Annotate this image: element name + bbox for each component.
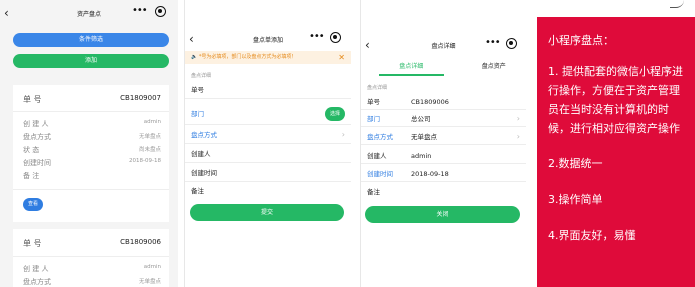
nav-bar: ‹ 资产盘点 •••	[0, 0, 178, 28]
row-label: 创建时间	[191, 169, 217, 177]
row-label: 盘点方式	[367, 133, 393, 141]
row-value: 无单盘点	[411, 133, 437, 141]
field-label: 创 建 人	[23, 120, 49, 128]
row-label: 部门	[191, 110, 204, 118]
row-label: 备注	[191, 187, 204, 195]
page-title: 盘点详细	[431, 43, 456, 50]
required-warning: 🔈 *号为必填项，部门以及盘点方式为必填项！ ✕	[185, 51, 351, 64]
tab-assets[interactable]: 盘点资产	[462, 60, 527, 76]
row-label: 创建人	[191, 150, 211, 158]
card-divider	[13, 256, 169, 257]
field-label: 备 注	[23, 172, 40, 180]
more-menu-icon[interactable]: •••	[309, 31, 325, 42]
close-miniprogram-icon[interactable]	[330, 32, 341, 43]
row-label: 部门	[367, 115, 380, 123]
submit-button[interactable]: 提交	[190, 204, 344, 221]
warning-text: 🔈 *号为必填项，部门以及盘点方式为必填项！	[191, 54, 297, 60]
field-label: 盘点方式	[23, 133, 51, 141]
card-number-label: 单 号	[23, 95, 42, 104]
nav-bar: ‹ 盘点单添加 •••	[185, 26, 351, 54]
field-value: 无单盘点	[138, 134, 161, 140]
card-field: 盘点方式 无单盘点	[23, 277, 161, 287]
field-value: 2018-09-18	[129, 158, 161, 164]
row-value: CB1809006	[411, 98, 449, 106]
field-label: 创 建 人	[23, 265, 49, 273]
close-miniprogram-icon[interactable]	[506, 38, 517, 49]
check-detail-screen: ‹ 盘点详细 ••• 盘点详细 盘点资产 盘点详细 单号 CB1809006 部…	[360, 0, 526, 287]
card-field: 创 建 人 admin	[23, 119, 161, 129]
row-value: admin	[411, 152, 432, 160]
card-divider	[13, 189, 169, 190]
chevron-right-icon: ›	[341, 130, 345, 139]
add-button[interactable]: 添加	[13, 54, 169, 68]
filter-button[interactable]: 条件筛选	[13, 33, 169, 47]
field-value: admin	[143, 119, 161, 125]
field-label: 盘点方式	[23, 278, 51, 286]
panel-point: 4.界面友好，易懂	[548, 229, 636, 242]
row-value: 2018-09-18	[411, 170, 449, 178]
panel-heading: 小程序盘点：	[548, 34, 614, 47]
detail-row-created-time: 创建时间 2018-09-18	[361, 166, 526, 182]
check-card[interactable]: 单 号 CB1809007 创 建 人 admin 盘点方式 无单盘点 状 态 …	[13, 85, 169, 222]
card-field: 盘点方式 无单盘点	[23, 132, 161, 142]
row-label: 创建时间	[367, 170, 393, 178]
card-number-row: 单 号 CB1809006	[23, 238, 161, 249]
field-value: 无单盘点	[138, 279, 161, 285]
row-label: 备注	[367, 188, 380, 196]
panel-point: 3.操作简单	[548, 193, 603, 206]
asset-check-list-screen: ‹ 资产盘点 ••• 条件筛选 添加 单 号 CB1809007 创 建 人 a…	[0, 0, 178, 287]
detail-row-remark: 备注	[361, 184, 526, 200]
field-label: 创建时间	[23, 159, 51, 167]
field-value: 尚未盘点	[138, 147, 161, 153]
row-label: 创建人	[367, 152, 387, 160]
detail-row-department[interactable]: 部门 总公司 ›	[361, 111, 526, 127]
row-label: 盘点方式	[191, 131, 217, 139]
close-icon[interactable]: ✕	[338, 51, 345, 64]
card-number-label: 单 号	[23, 239, 42, 248]
detail-row-creator: 创建人 admin	[361, 148, 526, 164]
corner-decoration	[670, 0, 684, 8]
field-label: 状 态	[23, 146, 40, 154]
panel-point: 1. 提供配套的微信小程序进行操作，方便在于资产管理员在当时没有计算机的时候，进…	[548, 65, 683, 135]
close-miniprogram-icon[interactable]	[155, 6, 166, 17]
card-field: 状 态 尚未盘点	[23, 145, 161, 155]
card-field: 备 注	[23, 171, 161, 181]
section-label: 盘点详细	[367, 85, 388, 91]
detail-tabs: 盘点详细 盘点资产	[361, 60, 526, 76]
card-number-value: CB1809006	[120, 238, 161, 246]
check-card[interactable]: 单 号 CB1809006 创 建 人 admin 盘点方式 无单盘点	[13, 229, 169, 287]
chevron-right-icon: ›	[516, 132, 520, 141]
page-title: 盘点单添加	[252, 37, 283, 44]
form-row-created-time[interactable]: 创建时间	[185, 164, 351, 182]
card-number-row: 单 号 CB1809007	[23, 94, 161, 105]
form-row-department[interactable]: 部门 选择	[185, 103, 351, 125]
chevron-right-icon: ›	[516, 114, 520, 123]
tab-detail[interactable]: 盘点详细	[379, 60, 444, 76]
panel-point: 2.数据统一	[548, 157, 603, 170]
detail-row-check-method[interactable]: 盘点方式 无单盘点 ›	[361, 129, 526, 145]
row-label: 单号	[191, 86, 204, 94]
card-divider	[13, 111, 169, 112]
form-row-check-method[interactable]: 盘点方式 ›	[185, 126, 351, 144]
form-row-number[interactable]: 单号	[185, 81, 351, 99]
more-menu-icon[interactable]: •••	[132, 5, 148, 16]
card-number-value: CB1809007	[120, 94, 161, 102]
check-add-screen: ‹ 盘点单添加 ••• 🔈 *号为必填项，部门以及盘点方式为必填项！ ✕ 盘点详…	[184, 0, 351, 287]
page-title: 资产盘点	[76, 11, 101, 18]
view-button[interactable]: 查看	[23, 198, 43, 211]
close-button[interactable]: 关闭	[365, 206, 520, 223]
form-row-creator[interactable]: 创建人	[185, 145, 351, 163]
more-menu-icon[interactable]: •••	[485, 37, 501, 48]
field-value: admin	[143, 264, 161, 270]
form-row-remark[interactable]: 备注	[185, 182, 351, 200]
feature-description-panel: 小程序盘点： 1. 提供配套的微信小程序进行操作，方便在于资产管理员在当时没有计…	[537, 17, 695, 287]
nav-bar: ‹ 盘点详细 •••	[361, 32, 526, 60]
detail-row-number: 单号 CB1809006	[361, 94, 526, 110]
section-label: 盘点详细	[191, 73, 212, 79]
card-field: 创 建 人 admin	[23, 264, 161, 274]
row-label: 单号	[367, 98, 380, 106]
card-field: 创建时间 2018-09-18	[23, 158, 161, 168]
select-department-button[interactable]: 选择	[325, 107, 345, 121]
row-value: 总公司	[411, 115, 431, 123]
